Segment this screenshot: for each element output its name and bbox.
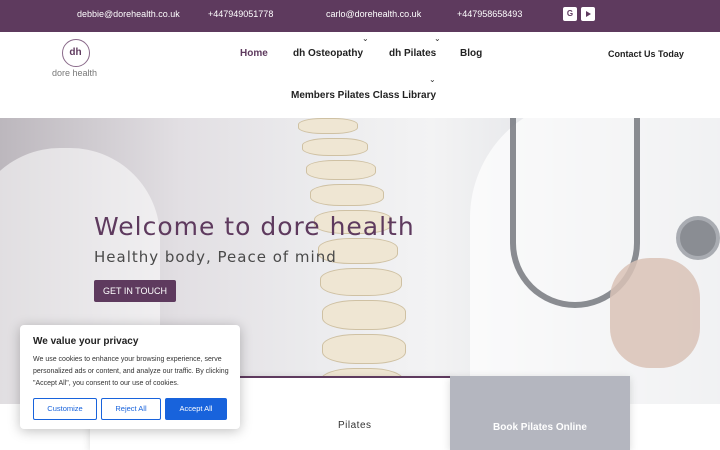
cookie-customize-button[interactable]: Customize xyxy=(33,398,97,420)
cookie-consent-banner: We value your privacy We use cookies to … xyxy=(20,325,240,429)
cookie-description: We use cookies to enhance your browsing … xyxy=(33,356,229,387)
nav-item-members-library[interactable]: Members Pilates Class Library xyxy=(291,90,436,101)
site-header: dh dore health Home dh Osteopathy ⌄ dh P… xyxy=(0,32,720,118)
nav-item-blog[interactable]: Blog xyxy=(460,48,482,59)
email-link-debbie[interactable]: debbie@dorehealth.co.uk xyxy=(77,9,180,19)
logo-text[interactable]: dore health xyxy=(52,68,97,78)
google-icon[interactable]: G xyxy=(563,7,577,21)
nav-item-pilates[interactable]: dh Pilates xyxy=(389,48,436,59)
youtube-icon[interactable] xyxy=(581,7,595,21)
nav-item-osteopathy-label: dh Osteopathy xyxy=(293,48,364,59)
logo-monogram: dh xyxy=(69,47,82,58)
phone-link-carlo[interactable]: +447958658493 xyxy=(457,9,522,19)
chevron-down-icon[interactable]: ⌄ xyxy=(362,34,369,43)
chevron-down-icon[interactable]: ⌄ xyxy=(429,75,436,84)
hand-image xyxy=(610,258,700,368)
chevron-down-icon[interactable]: ⌄ xyxy=(434,34,441,43)
contact-us-button[interactable]: Contact Us Today xyxy=(608,49,684,59)
phone-link-debbie[interactable]: +447949051778 xyxy=(208,9,273,19)
get-in-touch-button[interactable]: GET IN TOUCH xyxy=(94,280,176,302)
cookie-reject-button[interactable]: Reject All xyxy=(101,398,161,420)
play-triangle-icon xyxy=(586,11,591,17)
nav-item-osteopathy[interactable]: dh Osteopathy xyxy=(293,48,363,59)
logo[interactable]: dh xyxy=(62,39,90,67)
book-pilates-title: Book Pilates Online xyxy=(493,422,587,433)
nav-item-home[interactable]: Home xyxy=(240,48,268,59)
pilates-card-title: Pilates xyxy=(338,420,372,431)
hero-title: Welcome to dore health xyxy=(94,212,415,241)
cookie-accept-button[interactable]: Accept All xyxy=(165,398,227,420)
email-link-carlo[interactable]: carlo@dorehealth.co.uk xyxy=(326,9,421,19)
cookie-title: We value your privacy xyxy=(33,336,139,347)
top-contact-bar: debbie@dorehealth.co.uk +447949051778 ca… xyxy=(0,0,720,32)
nav-item-pilates-label: dh Pilates xyxy=(389,48,437,59)
stethoscope-head-image xyxy=(676,216,720,260)
book-pilates-card[interactable]: Book Pilates Online xyxy=(450,376,630,450)
hero-subtitle: Healthy body, Peace of mind xyxy=(94,248,337,266)
